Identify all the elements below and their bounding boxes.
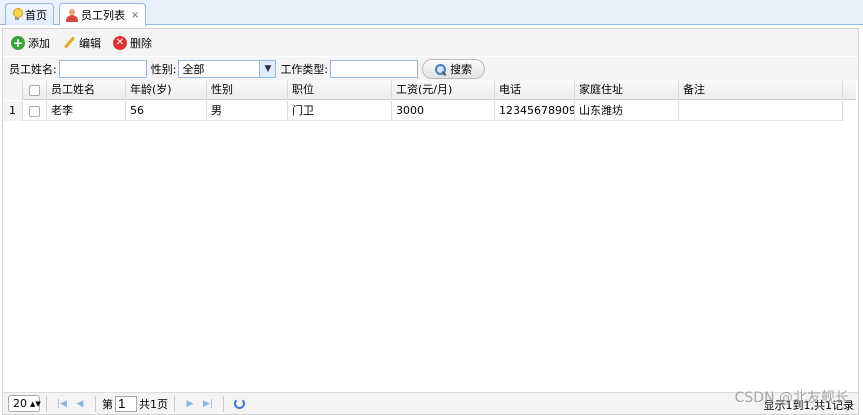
page-size-select[interactable]: 20 ▲▼	[8, 395, 41, 412]
col-header-address[interactable]: 家庭住址	[575, 80, 679, 100]
watermark: CSDN @北友舰长	[734, 390, 849, 406]
col-header-phone[interactable]: 电话	[495, 80, 575, 100]
page-size-value: 20	[13, 397, 27, 410]
tab-home[interactable]: 首页	[5, 3, 54, 25]
page-number-input[interactable]	[115, 395, 137, 412]
search-bar: 员工姓名: 性别: 全部 ▼ 工作类型: 搜索	[3, 57, 858, 81]
tab-bar: 首页 员工列表 ×	[0, 0, 863, 26]
edit-button-label: 编辑	[79, 36, 101, 50]
col-header-salary[interactable]: 工资(元/月)	[392, 80, 495, 100]
row-number: 1	[3, 101, 23, 121]
last-page-icon[interactable]: ▶|	[199, 399, 217, 409]
next-page-icon[interactable]: ▶	[181, 399, 199, 409]
col-header-remark[interactable]: 备注	[679, 80, 843, 100]
table-row[interactable]: 1 老李 56 男 门卫 3000 12345678909 山东潍坊	[3, 101, 843, 121]
search-button[interactable]: 搜索	[422, 59, 486, 79]
cell-gender: 男	[207, 101, 288, 121]
delete-button[interactable]: ✕ 删除	[113, 35, 152, 51]
pagination-bar: 20 ▲▼ |◀ ◀ 第 共1页 ▶ ▶| 显示1到1,共1记录	[3, 392, 858, 414]
close-icon[interactable]: ×	[131, 10, 139, 21]
separator	[95, 395, 96, 412]
edit-button[interactable]: 编辑	[62, 35, 101, 51]
search-icon	[435, 63, 447, 75]
col-header-name[interactable]: 员工姓名	[47, 80, 126, 100]
row-checkbox-cell[interactable]	[23, 101, 47, 121]
select-all-checkbox[interactable]	[29, 84, 40, 96]
cell-age: 56	[126, 101, 207, 121]
work-type-input[interactable]	[330, 60, 419, 78]
user-icon	[66, 8, 78, 22]
name-label: 员工姓名:	[9, 63, 57, 76]
header-filler	[843, 80, 856, 100]
cell-name: 老李	[47, 101, 126, 121]
pencil-icon	[62, 36, 76, 50]
row-number-header	[3, 80, 23, 100]
separator	[46, 395, 47, 412]
page-prefix: 第	[102, 397, 113, 411]
col-header-position[interactable]: 职位	[288, 80, 392, 100]
employee-panel: + 添加 编辑 ✕ 删除 员工姓名: 性别: 全部 ▼ 工作类型: 搜索 员工姓…	[2, 28, 859, 415]
grid-header: 员工姓名 年龄(岁) 性别 职位 工资(元/月) 电话 家庭住址 备注	[3, 80, 856, 100]
tab-home-label: 首页	[25, 8, 47, 22]
cell-salary: 3000	[392, 101, 495, 121]
first-page-icon[interactable]: |◀	[53, 399, 71, 409]
delete-icon: ✕	[113, 35, 127, 50]
up-down-icon: ▲▼	[30, 399, 41, 408]
add-button-label: 添加	[28, 36, 50, 50]
prev-page-icon[interactable]: ◀	[71, 399, 89, 409]
col-header-gender[interactable]: 性别	[207, 80, 288, 100]
chevron-down-icon[interactable]: ▼	[259, 61, 276, 77]
cell-remark	[679, 101, 843, 121]
bulb-icon	[12, 8, 23, 21]
page-total: 共1页	[139, 397, 168, 411]
employee-grid: 员工姓名 年龄(岁) 性别 职位 工资(元/月) 电话 家庭住址 备注 1 老李…	[3, 80, 858, 392]
refresh-icon[interactable]	[234, 398, 245, 409]
separator	[174, 395, 175, 412]
search-button-label: 搜索	[450, 63, 473, 76]
add-button[interactable]: + 添加	[11, 35, 50, 51]
name-input[interactable]	[58, 60, 147, 78]
work-type-label: 工作类型:	[280, 63, 329, 76]
cell-phone: 12345678909	[495, 101, 575, 121]
add-icon: +	[11, 35, 25, 50]
cell-position: 门卫	[288, 101, 392, 121]
cell-address: 山东潍坊	[575, 101, 679, 121]
gender-label: 性别:	[150, 63, 177, 76]
delete-button-label: 删除	[130, 36, 152, 50]
gender-select-value: 全部	[182, 63, 205, 76]
row-checkbox[interactable]	[29, 105, 40, 117]
tab-employee-list-label: 员工列表	[81, 9, 125, 22]
separator	[223, 395, 224, 412]
tab-employee-list[interactable]: 员工列表 ×	[59, 3, 147, 26]
select-all-cell[interactable]	[23, 80, 47, 100]
col-header-age[interactable]: 年龄(岁)	[126, 80, 207, 100]
gender-select[interactable]: 全部 ▼	[178, 60, 277, 78]
toolbar: + 添加 编辑 ✕ 删除	[3, 29, 858, 56]
